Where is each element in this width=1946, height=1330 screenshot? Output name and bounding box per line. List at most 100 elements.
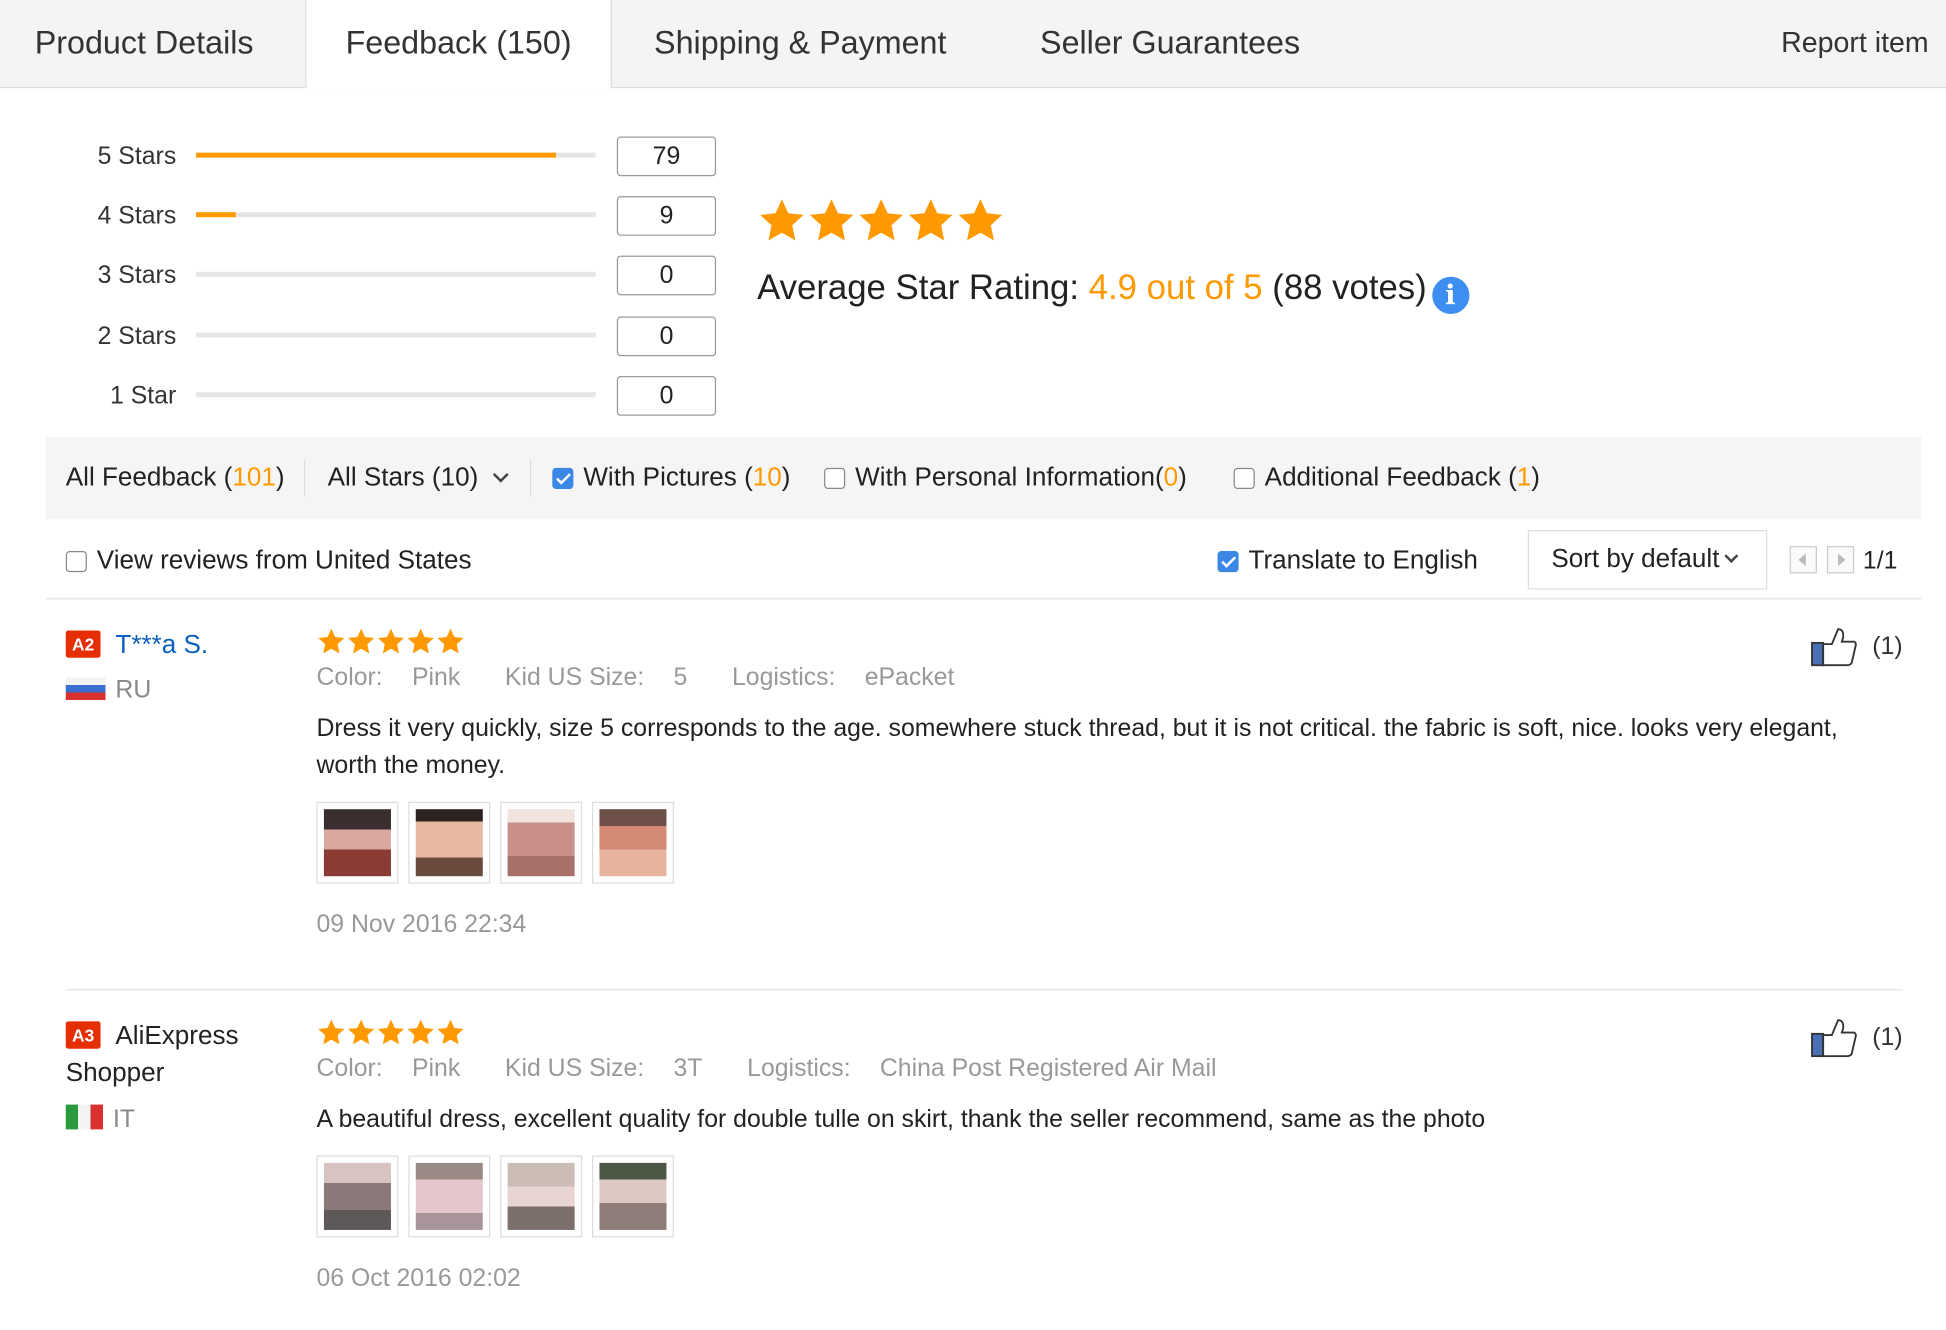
review-text: Dress it very quickly, size 5 correspond… [316, 714, 1838, 780]
tab-feedback[interactable]: Feedback (150) [305, 0, 612, 89]
attr-label: Logistics: [747, 1054, 851, 1083]
filter-label: All Feedback ( [65, 462, 233, 492]
average-rating: Average Star Rating: 4.9 out of 5 (88 vo… [757, 268, 1469, 314]
page-indicator: 1/1 [1862, 547, 1898, 575]
star-icon [958, 199, 1003, 241]
review-photo[interactable] [408, 801, 491, 884]
sort-dropdown[interactable]: Sort by default [1527, 529, 1768, 590]
filter-all-feedback[interactable]: All Feedback (101) [66, 437, 285, 519]
attr-color: Color: Pink [316, 1055, 482, 1082]
star-icon [407, 1019, 434, 1045]
review-photo[interactable] [316, 1155, 399, 1238]
review-photo[interactable] [408, 1155, 491, 1238]
attr-label: Logistics: [731, 663, 836, 692]
review-photo[interactable] [500, 801, 583, 884]
rating-count: 0 [616, 376, 717, 416]
buyer-level-badge: A3 [65, 1021, 101, 1049]
filter-paren: ) [275, 462, 285, 492]
review-attributes: Color: Pink Kid US Size: 3T Logistics: Chi… [316, 1055, 1892, 1084]
rating-row-5[interactable]: 5 Stars 79 [50, 136, 720, 177]
star-icon [318, 1019, 345, 1045]
average-value: 4.9 out of 5 [1088, 268, 1263, 307]
tab-product-details[interactable]: Product Details [0, 0, 288, 87]
attr-value: 3T [673, 1054, 703, 1083]
view-us-reviews-option[interactable]: View reviews from United States [65, 534, 472, 589]
photo-image [415, 1162, 483, 1230]
additional-feedback-checkbox[interactable] [1233, 467, 1255, 489]
rating-bar-fill [196, 152, 556, 158]
feedback-page: Product Details Feedback (150) Shipping … [0, 0, 1946, 1328]
report-item-link[interactable]: Report item [1781, 0, 1929, 84]
helpful-count: (1) [1872, 632, 1903, 661]
rating-row-2[interactable]: 2 Stars 0 [50, 316, 720, 357]
filter-count: 101 [232, 462, 276, 492]
attr-label: Kid US Size: [504, 1054, 645, 1083]
reviewer-country: RU [65, 676, 302, 705]
filter-with-pictures[interactable]: With Pictures (10) [552, 437, 790, 519]
chevron-down-icon [493, 466, 510, 483]
rating-count: 0 [616, 255, 717, 296]
review-photos [316, 801, 1892, 884]
attr-value: Pink [411, 663, 461, 692]
rating-row-1[interactable]: 1 Star 0 [50, 376, 720, 416]
tab-shipping-payment[interactable]: Shipping & Payment [619, 0, 981, 87]
review-stars [316, 1018, 1892, 1048]
filter-all-stars-dropdown[interactable]: All Stars (10) [328, 437, 510, 519]
star-icon [318, 628, 345, 654]
star-icon [348, 628, 375, 654]
rating-label: 1 Star [110, 382, 177, 410]
vote-count: (88 votes) [1272, 268, 1427, 307]
star-icon [859, 199, 903, 241]
italy-flag-icon [65, 1104, 104, 1130]
info-icon[interactable]: i [1431, 276, 1469, 314]
review-photos [316, 1155, 1892, 1238]
rating-bar [196, 212, 596, 218]
photo-image [599, 1162, 667, 1230]
translate-option[interactable]: Translate to English [1217, 534, 1478, 589]
review-photo[interactable] [500, 1155, 583, 1238]
helpful-button[interactable]: (1) [1810, 627, 1903, 667]
with-pictures-checkbox[interactable] [552, 467, 574, 489]
country-code: IT [112, 1105, 136, 1134]
rating-bar [196, 332, 596, 338]
tab-seller-guarantees[interactable]: Seller Guarantees [1005, 0, 1335, 87]
review-body: Color: Pink Kid US Size: 5 Logistics: ePac… [316, 627, 1892, 940]
filter-personal-info[interactable]: With Personal Information(0) [824, 437, 1187, 519]
reviewer-info: A3 AliExpress Shopper IT [65, 1018, 302, 1135]
rating-count: 9 [616, 196, 717, 236]
rating-row-4[interactable]: 4 Stars 9 [50, 196, 720, 236]
translate-checkbox[interactable] [1217, 551, 1239, 573]
filter-paren: ) [1178, 462, 1187, 492]
review-body: Color: Pink Kid US Size: 3T Logistics: Chi… [316, 1018, 1892, 1294]
star-icon [437, 628, 464, 654]
sort-label: Sort by default [1551, 544, 1720, 574]
review-photo[interactable] [592, 801, 674, 884]
prev-page-button[interactable] [1789, 546, 1817, 574]
review-photo[interactable] [316, 801, 399, 884]
rating-label: 2 Stars [97, 322, 177, 350]
option-label: Translate to English [1248, 546, 1478, 575]
personal-info-checkbox[interactable] [824, 467, 846, 489]
photo-image [507, 809, 575, 877]
photo-image [507, 1162, 575, 1230]
filter-paren: ) [781, 462, 791, 492]
reviewer-name: T***a S. [115, 630, 209, 660]
rating-label: 5 Stars [97, 142, 177, 171]
chevron-down-icon [1724, 548, 1739, 564]
helpful-button[interactable]: (1) [1810, 1018, 1903, 1058]
star-icon [437, 1019, 464, 1045]
rating-bar-fill [196, 212, 237, 218]
rating-row-3[interactable]: 3 Stars 0 [50, 255, 720, 296]
filter-additional-feedback[interactable]: Additional Feedback (1) [1233, 437, 1540, 519]
reviewer-name-link[interactable]: A2 T***a S. [65, 627, 302, 664]
photo-image [599, 809, 667, 877]
buyer-level-badge: A2 [65, 630, 101, 658]
star-icon [760, 199, 804, 241]
review-item: A2 T***a S. RU Color: Pink Kid US Size: 5 L… [65, 627, 1903, 962]
average-stars [757, 196, 1005, 246]
russia-flag-icon [65, 677, 106, 700]
review-photo[interactable] [592, 1155, 674, 1238]
view-us-checkbox[interactable] [65, 551, 87, 573]
attr-label: Kid US Size: [504, 663, 645, 692]
next-page-button[interactable] [1826, 546, 1855, 574]
